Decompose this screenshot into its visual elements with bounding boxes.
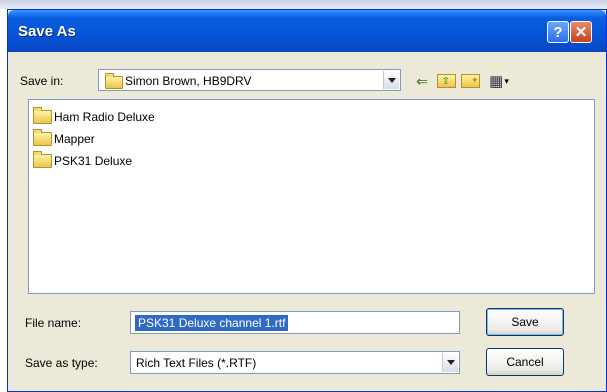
save-in-label: Save in: — [20, 74, 64, 88]
folder-icon — [33, 151, 52, 168]
file-name-input[interactable]: PSK31 Deluxe channel 1.rtf — [130, 311, 460, 334]
save-in-value: Simon Brown, HB9DRV — [125, 74, 252, 88]
up-one-level-button[interactable]: ⇧ — [436, 72, 456, 90]
save-as-dialog: Save As ? ✕ Save in: Simon Brown, HB9DRV… — [7, 9, 607, 392]
folder-name: Ham Radio Deluxe — [54, 110, 155, 124]
cancel-button[interactable]: Cancel — [486, 348, 564, 376]
save-in-dropdown[interactable]: Simon Brown, HB9DRV — [98, 69, 401, 91]
file-name-label: File name: — [25, 316, 82, 330]
title-bar[interactable]: Save As ? ✕ — [8, 10, 606, 52]
folder-name: Mapper — [54, 132, 95, 146]
close-icon: ✕ — [574, 24, 588, 41]
save-in-dropdown-arrow[interactable] — [383, 71, 399, 89]
views-menu-button[interactable]: ▦ ▾ — [485, 72, 513, 90]
up-folder-icon: ⇧ — [436, 74, 456, 88]
dialog-title: Save As — [18, 23, 76, 40]
file-name-value: PSK31 Deluxe channel 1.rtf — [135, 315, 289, 331]
save-as-type-value: Rich Text Files (*.RTF) — [136, 356, 257, 370]
chevron-down-icon — [446, 360, 455, 365]
close-button[interactable]: ✕ — [570, 21, 592, 43]
save-as-type-label: Save as type: — [25, 356, 98, 370]
folder-icon — [33, 107, 52, 124]
views-dropdown-icon: ▾ — [504, 75, 509, 86]
save-as-type-dropdown[interactable]: Rich Text Files (*.RTF) — [130, 351, 460, 374]
folder-icon — [33, 129, 52, 146]
new-folder-icon: ✦ — [460, 74, 480, 88]
views-icon: ▦ — [489, 73, 504, 90]
list-item[interactable]: Ham Radio Deluxe — [33, 107, 155, 126]
background-strip — [0, 0, 607, 9]
list-item[interactable]: PSK31 Deluxe — [33, 151, 133, 170]
back-arrow-icon: ⇐ — [416, 72, 428, 89]
file-list[interactable]: Ham Radio Deluxe Mapper PSK31 Deluxe — [28, 99, 595, 294]
folder-icon — [105, 73, 123, 89]
new-folder-button[interactable]: ✦ — [460, 72, 480, 90]
save-button[interactable]: Save — [486, 308, 564, 336]
help-icon: ? — [553, 23, 563, 41]
help-button[interactable]: ? — [547, 21, 569, 43]
chevron-down-icon — [387, 77, 396, 83]
save-as-type-dropdown-arrow[interactable] — [442, 353, 458, 372]
list-item[interactable]: Mapper — [33, 129, 95, 148]
folder-name: PSK31 Deluxe — [54, 154, 133, 168]
back-button[interactable]: ⇐ — [412, 72, 432, 90]
